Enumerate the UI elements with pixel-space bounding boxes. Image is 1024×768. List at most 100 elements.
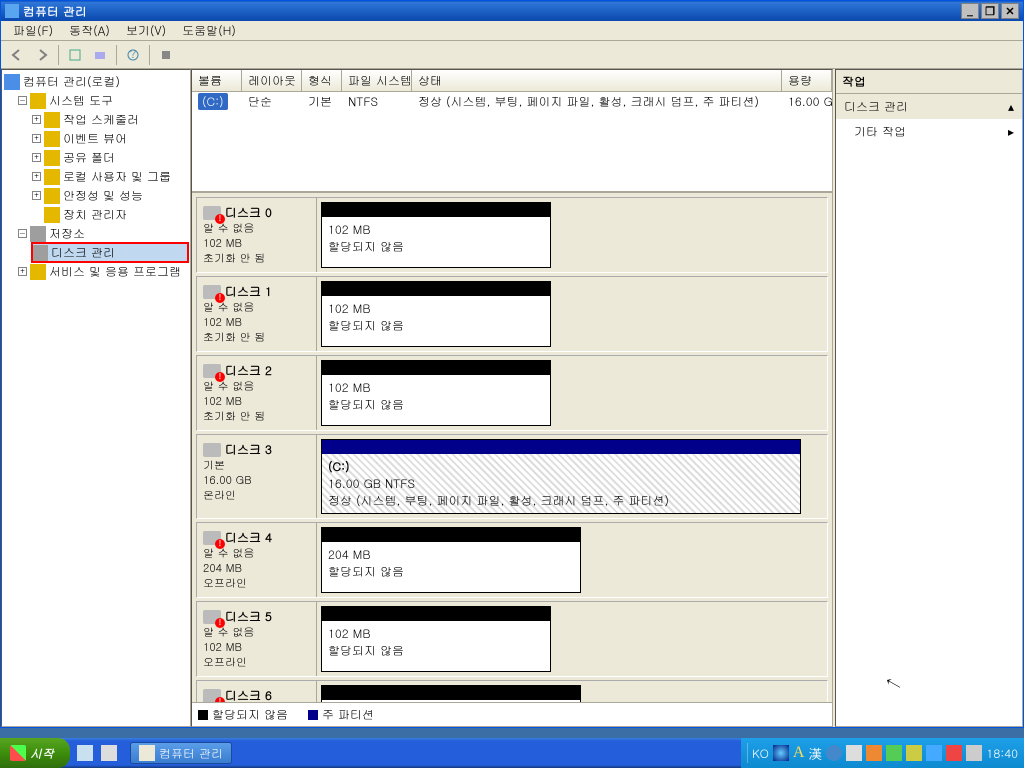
tree-label: 장치 관리자: [63, 206, 127, 223]
menu-action[interactable]: 동작(A): [61, 20, 118, 41]
forward-button[interactable]: [30, 44, 54, 66]
ime-indicator[interactable]: A: [793, 744, 805, 762]
col-layout[interactable]: 레이아웃: [242, 70, 302, 92]
close-button[interactable]: ✕: [1001, 3, 1019, 19]
tray-help-icon[interactable]: [826, 745, 842, 761]
menu-view[interactable]: 보기(V): [118, 20, 174, 41]
tray-shield-icon[interactable]: [946, 745, 962, 761]
partition-stripe: [322, 528, 580, 542]
tree-device-manager[interactable]: 장치 관리자: [32, 205, 188, 224]
ql-app[interactable]: [98, 742, 120, 764]
tray-volume-icon[interactable]: [966, 745, 982, 761]
disk-row[interactable]: 디스크 6알 수 없음: [196, 680, 828, 702]
tree-label: 디스크 관리: [51, 244, 115, 261]
col-capacity[interactable]: 용량: [782, 70, 832, 92]
tray-network-icon[interactable]: [926, 745, 942, 761]
tree-services[interactable]: + 서비스 및 응용 프로그램: [18, 262, 188, 281]
disk-row[interactable]: 디스크 0알 수 없음102 MB초기화 안 됨102 MB할당되지 않음: [196, 197, 828, 273]
partition-body: 102 MB할당되지 않음: [322, 217, 550, 259]
disk-info[interactable]: 디스크 5알 수 없음102 MB오프라인: [197, 602, 317, 676]
disk-size: 204 MB: [203, 561, 310, 576]
expander[interactable]: +: [32, 172, 41, 181]
partition-block[interactable]: [321, 685, 581, 702]
tray-pad-icon[interactable]: [846, 745, 862, 761]
partition-block[interactable]: 102 MB할당되지 않음: [321, 606, 551, 672]
han-indicator[interactable]: 漢: [808, 743, 822, 763]
tree-root[interactable]: 컴퓨터 관리(로컬): [4, 72, 188, 91]
back-button[interactable]: [5, 44, 29, 66]
disk-info[interactable]: 디스크 6알 수 없음: [197, 681, 317, 702]
partition-block[interactable]: 204 MB할당되지 않음: [321, 527, 581, 593]
lang-indicator[interactable]: KO: [752, 745, 769, 762]
menu-file[interactable]: 파일(F): [5, 20, 61, 41]
window-title: 컴퓨터 관리: [23, 3, 87, 20]
disk-info[interactable]: 디스크 3기본16.00 GB온라인: [197, 435, 317, 518]
expander[interactable]: +: [18, 267, 27, 276]
partition-block[interactable]: 102 MB할당되지 않음: [321, 281, 551, 347]
titlebar[interactable]: 컴퓨터 관리 _ ❐ ✕: [1, 1, 1023, 21]
col-type[interactable]: 형식: [302, 70, 342, 92]
app-icon: [5, 4, 19, 18]
computer-icon: [4, 74, 20, 90]
partition-block[interactable]: 102 MB할당되지 않음: [321, 360, 551, 426]
menu-help[interactable]: 도움말(H): [174, 20, 244, 41]
start-button[interactable]: 시작: [0, 738, 70, 768]
maximize-button[interactable]: ❐: [981, 3, 999, 19]
taskbar-item-label: 컴퓨터 관리: [159, 745, 223, 762]
disk-info[interactable]: 디스크 0알 수 없음102 MB초기화 안 됨: [197, 198, 317, 272]
tree-disk-management[interactable]: 디스크 관리: [32, 243, 188, 262]
tree-performance[interactable]: +안정성 및 성능: [32, 186, 188, 205]
tree-pane[interactable]: 컴퓨터 관리(로컬) − 시스템 도구 +작업 스케줄러 +이벤트 뷰어 +공유…: [1, 69, 191, 727]
disk-info[interactable]: 디스크 1알 수 없음102 MB초기화 안 됨: [197, 277, 317, 351]
disk-graphic-pane[interactable]: 디스크 0알 수 없음102 MB초기화 안 됨102 MB할당되지 않음디스크…: [192, 193, 832, 702]
expander[interactable]: +: [32, 153, 41, 162]
tray-icon-3[interactable]: [906, 745, 922, 761]
partition-block[interactable]: 102 MB할당되지 않음: [321, 202, 551, 268]
settings-button[interactable]: [154, 44, 178, 66]
partition-size: 102 MB: [328, 221, 544, 238]
partition-stripe: [322, 440, 800, 454]
action-other[interactable]: 기타 작업 ▸: [836, 119, 1022, 144]
action-button[interactable]: [88, 44, 112, 66]
expander[interactable]: +: [32, 134, 41, 143]
disk-info[interactable]: 디스크 2알 수 없음102 MB초기화 안 됨: [197, 356, 317, 430]
disk-row[interactable]: 디스크 2알 수 없음102 MB초기화 안 됨102 MB할당되지 않음: [196, 355, 828, 431]
volume-table: 볼륨 레이아웃 형식 파일 시스템 상태 용량 (C:) 단순 기본 NTFS …: [192, 70, 832, 193]
partition-status: 할당되지 않음: [328, 642, 544, 659]
tree-local-users[interactable]: +로컬 사용자 및 그룹: [32, 167, 188, 186]
expander[interactable]: +: [32, 191, 41, 200]
col-status[interactable]: 상태: [412, 70, 782, 92]
disk-row[interactable]: 디스크 1알 수 없음102 MB초기화 안 됨102 MB할당되지 않음: [196, 276, 828, 352]
action-section-disk-mgmt[interactable]: 디스크 관리 ▴: [836, 94, 1022, 119]
expander[interactable]: −: [18, 229, 27, 238]
disk-row[interactable]: 디스크 4알 수 없음204 MB오프라인204 MB할당되지 않음: [196, 522, 828, 598]
tree-task-scheduler[interactable]: +작업 스케줄러: [32, 110, 188, 129]
refresh-button[interactable]: [63, 44, 87, 66]
tray-globe-icon[interactable]: [773, 745, 789, 761]
tree-system-tools[interactable]: − 시스템 도구: [18, 91, 188, 110]
disk-icon: [203, 610, 221, 624]
disk-row[interactable]: 디스크 5알 수 없음102 MB오프라인102 MB할당되지 않음: [196, 601, 828, 677]
ql-show-desktop[interactable]: [74, 742, 96, 764]
tray-icon-1[interactable]: [866, 745, 882, 761]
volume-scroll[interactable]: (C:) 단순 기본 NTFS 정상 (시스템, 부팅, 페이지 파일, 활성,…: [192, 92, 832, 192]
disk-icon: [203, 206, 221, 220]
expander[interactable]: −: [18, 96, 27, 105]
tree-event-viewer[interactable]: +이벤트 뷰어: [32, 129, 188, 148]
tray-icon-2[interactable]: [886, 745, 902, 761]
disk-title: 디스크 4: [225, 529, 272, 546]
col-volume[interactable]: 볼륨: [192, 70, 242, 92]
clock[interactable]: 18:40: [986, 745, 1018, 762]
tree-storage[interactable]: − 저장소: [18, 224, 188, 243]
expander[interactable]: +: [32, 115, 41, 124]
partition-block[interactable]: (C:)16.00 GB NTFS정상 (시스템, 부팅, 페이지 파일, 활성…: [321, 439, 801, 514]
minimize-button[interactable]: _: [961, 3, 979, 19]
help-button[interactable]: ?: [121, 44, 145, 66]
taskbar-item-computer-mgmt[interactable]: 컴퓨터 관리: [130, 742, 232, 764]
disk-info[interactable]: 디스크 4알 수 없음204 MB오프라인: [197, 523, 317, 597]
col-fs[interactable]: 파일 시스템: [342, 70, 412, 92]
partition-status: 할당되지 않음: [328, 317, 544, 334]
tree-shared-folders[interactable]: +공유 폴더: [32, 148, 188, 167]
volume-row[interactable]: (C:) 단순 기본 NTFS 정상 (시스템, 부팅, 페이지 파일, 활성,…: [192, 92, 832, 111]
disk-row[interactable]: 디스크 3기본16.00 GB온라인(C:)16.00 GB NTFS정상 (시…: [196, 434, 828, 519]
